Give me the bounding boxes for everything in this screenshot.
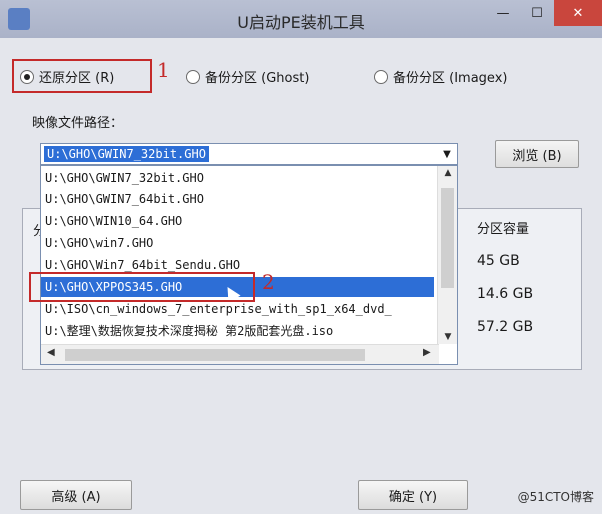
image-path-combobox[interactable]: U:\GHO\GWIN7_32bit.GHO ▼ <box>40 143 458 165</box>
ok-button[interactable]: 确定 (Y) <box>358 480 468 510</box>
browse-button[interactable]: 浏览 (B) <box>495 140 579 168</box>
dropdown-item[interactable]: U:\GHO\WIN10_64.GHO <box>45 211 435 231</box>
annotation-box-1 <box>12 59 152 93</box>
dropdown-item[interactable]: U:\GHO\GWIN7_32bit.GHO <box>45 168 435 188</box>
radio-unselected-icon <box>186 69 200 84</box>
advanced-button[interactable]: 高级 (A) <box>20 480 132 510</box>
horizontal-scroll-thumb[interactable] <box>65 349 365 361</box>
scroll-left-icon[interactable]: ◀ <box>47 347 55 358</box>
maximize-button[interactable]: ☐ <box>520 0 554 26</box>
dropdown-item[interactable]: U:\GHO\win7.GHO <box>45 233 435 253</box>
scroll-right-icon[interactable]: ▶ <box>423 347 431 358</box>
vertical-scroll-thumb[interactable] <box>441 188 454 288</box>
window-controls: — ☐ ✕ <box>486 0 602 30</box>
image-path-label: 映像文件路径： <box>32 116 124 131</box>
close-button[interactable]: ✕ <box>554 0 602 26</box>
scroll-up-icon[interactable]: ▲ <box>438 168 457 178</box>
image-path-value: U:\GHO\GWIN7_32bit.GHO <box>44 146 209 162</box>
image-path-dropdown-list[interactable]: U:\GHO\GWIN7_32bit.GHO U:\GHO\GWIN7_64bi… <box>40 165 458 365</box>
annotation-box-2 <box>29 272 255 302</box>
annotation-number-2: 2 <box>262 270 275 294</box>
chevron-down-icon[interactable]: ▼ <box>437 144 457 164</box>
watermark: @51CTO博客 <box>517 490 594 504</box>
partition-size: 57.2 GB <box>477 319 534 335</box>
radio-unselected-icon <box>374 69 388 84</box>
scroll-down-icon[interactable]: ▼ <box>438 332 457 342</box>
partition-capacity-header: 分区容量 <box>477 222 530 237</box>
minimize-button[interactable]: — <box>486 0 520 26</box>
vertical-scrollbar[interactable]: ▲ ▼ <box>437 166 457 344</box>
dropdown-item[interactable]: U:\ISO\cn_windows_7_enterprise_with_sp1_… <box>45 299 435 319</box>
dropdown-item[interactable]: U:\整理\数据恢复技术深度揭秘 第2版配套光盘.iso <box>45 321 435 341</box>
radio-backup-ghost-label: 备份分区 (Ghost) <box>205 71 310 86</box>
partition-size: 45 GB <box>477 253 520 269</box>
radio-backup-imagex-label: 备份分区 (Imagex) <box>393 71 508 86</box>
radio-backup-ghost[interactable]: 备份分区 (Ghost) <box>186 67 309 86</box>
title-bar: U启动PE装机工具 — ☐ ✕ <box>0 0 602 38</box>
radio-backup-imagex[interactable]: 备份分区 (Imagex) <box>374 67 507 86</box>
partition-size: 14.6 GB <box>477 286 534 302</box>
annotation-number-1: 1 <box>157 58 170 82</box>
horizontal-scrollbar[interactable]: ◀ ▶ <box>41 344 439 364</box>
dropdown-item[interactable]: U:\GHO\GWIN7_64bit.GHO <box>45 189 435 209</box>
